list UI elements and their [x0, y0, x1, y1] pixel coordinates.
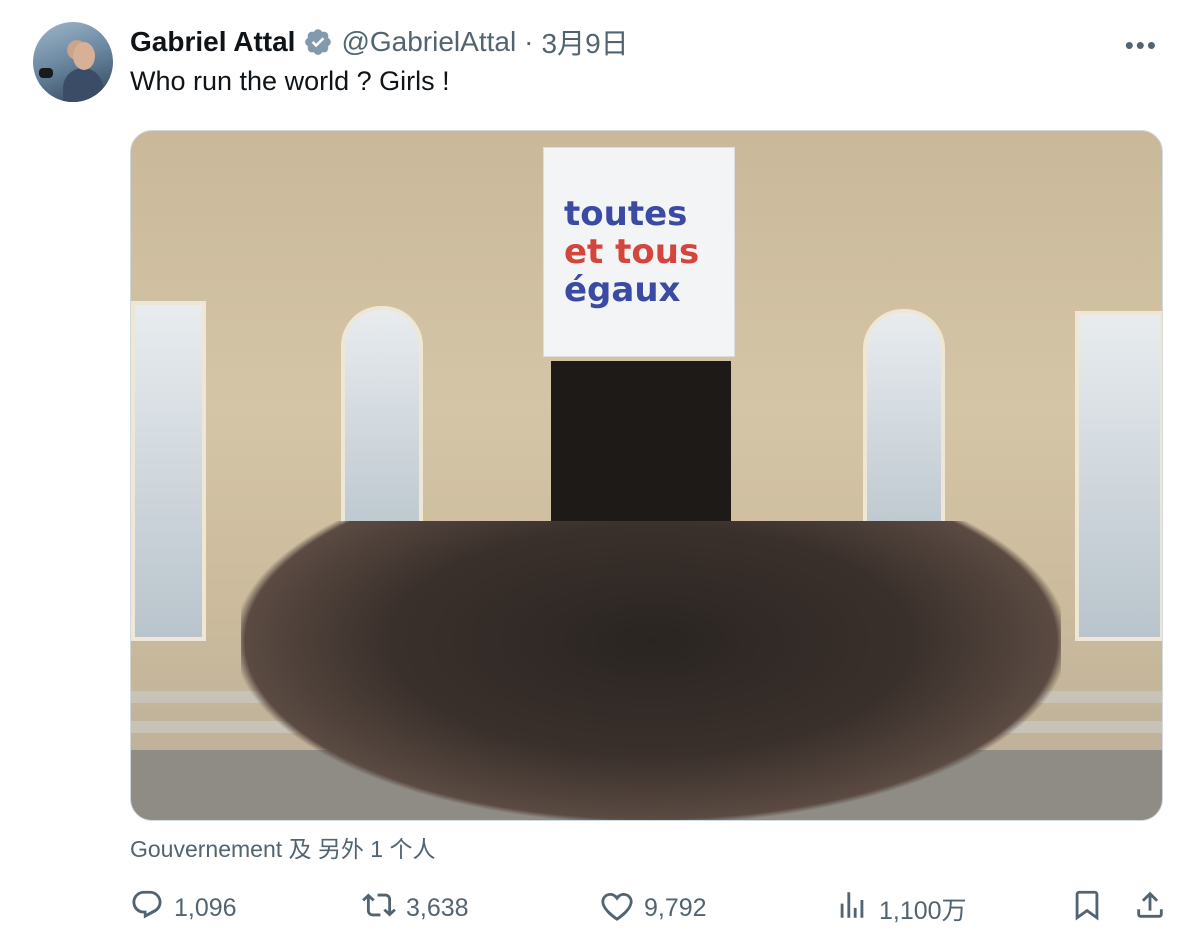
reply-icon — [130, 888, 164, 929]
author-handle[interactable]: @GabrielAttal — [341, 26, 516, 58]
retweet-icon — [362, 888, 396, 929]
more-options-icon[interactable]: ••• — [1125, 30, 1158, 61]
verified-badge-icon — [303, 27, 333, 57]
window-right — [1075, 311, 1162, 641]
tweet-text: Who run the world ? Girls ! — [130, 66, 450, 96]
avatar[interactable] — [33, 22, 113, 102]
banner-line-3: égaux — [564, 270, 681, 310]
share-button[interactable] — [1133, 888, 1167, 929]
tweet-date[interactable]: 3月9日 — [542, 22, 629, 62]
share-icon — [1133, 888, 1167, 929]
retweet-count: 3,638 — [406, 894, 469, 922]
views-icon — [835, 888, 869, 929]
tweet-photo[interactable]: toutes et tous égaux — [130, 130, 1163, 821]
reply-count: 1,096 — [174, 894, 237, 922]
group-of-people — [241, 521, 1061, 820]
banner-line-1: toutes — [564, 194, 688, 234]
tagged-accounts[interactable]: Gouvernement 及 另外 1 个人 — [130, 830, 436, 864]
like-count: 9,792 — [644, 894, 707, 922]
action-bar: 1,096 3,638 9,792 1,100万 — [130, 888, 1163, 929]
reply-button[interactable]: 1,096 — [130, 888, 237, 929]
avatar-suit — [63, 68, 103, 102]
banner: toutes et tous égaux — [543, 147, 735, 357]
window-center-left — [341, 306, 423, 556]
views-count: 1,100万 — [879, 896, 967, 925]
tweet-header: Gabriel Attal @GabrielAttal · 3月9日 — [130, 22, 629, 62]
bookmark-icon — [1070, 888, 1104, 929]
separator-dot: · — [524, 26, 534, 57]
banner-line-2: et tous — [564, 232, 700, 272]
views-button[interactable]: 1,100万 — [835, 888, 967, 929]
like-button[interactable]: 9,792 — [600, 888, 707, 929]
heart-icon — [600, 888, 634, 929]
bookmark-button[interactable] — [1070, 888, 1104, 929]
window-left — [131, 301, 206, 641]
author-name[interactable]: Gabriel Attal — [130, 26, 295, 58]
avatar-mic — [39, 68, 53, 78]
tweet: Gabriel Attal @GabrielAttal · 3月9日 ••• W… — [0, 0, 1198, 952]
avatar-head — [73, 42, 95, 70]
retweet-button[interactable]: 3,638 — [362, 888, 469, 929]
